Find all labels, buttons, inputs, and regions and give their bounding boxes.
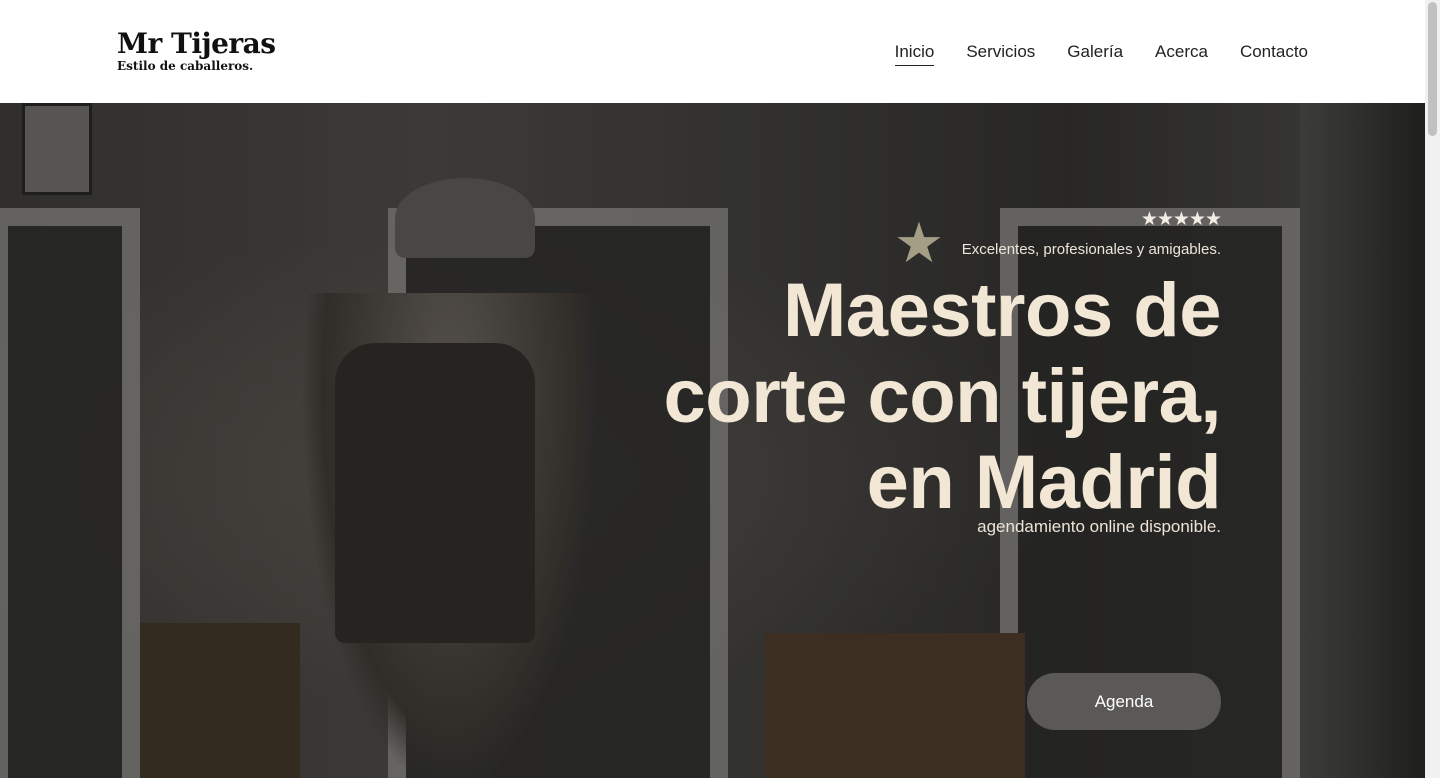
- nav-contacto[interactable]: Contacto: [1240, 41, 1308, 66]
- hero-content: ★★★★★ Excelentes, profesionales y amigab…: [661, 208, 1222, 730]
- site-header: Mr Tijeras Estilo de caballeros. Inicio …: [0, 0, 1425, 103]
- nav-galeria[interactable]: Galería: [1067, 41, 1123, 66]
- scrollbar[interactable]: [1425, 0, 1440, 778]
- hero-section: ★ ★★★★★ Excelentes, profesionales y amig…: [0, 103, 1425, 778]
- rating-stars: ★★★★★: [1140, 209, 1222, 230]
- logo-title: Mr Tijeras: [117, 27, 276, 60]
- nav-servicios[interactable]: Servicios: [966, 41, 1035, 66]
- scrollbar-thumb[interactable]: [1428, 2, 1437, 136]
- logo[interactable]: Mr Tijeras Estilo de caballeros.: [117, 27, 276, 74]
- hero-headline: Maestros de corte con tijera, en Madrid: [663, 268, 1222, 525]
- main-nav: Inicio Servicios Galería Acerca Contacto: [894, 41, 1308, 66]
- rating-text: Excelentes, profesionales y amigables.: [961, 241, 1221, 258]
- logo-tagline: Estilo de caballeros.: [117, 59, 254, 73]
- nav-acerca[interactable]: Acerca: [1155, 41, 1208, 66]
- agenda-button[interactable]: Agenda: [1027, 673, 1221, 730]
- nav-inicio[interactable]: Inicio: [894, 41, 935, 66]
